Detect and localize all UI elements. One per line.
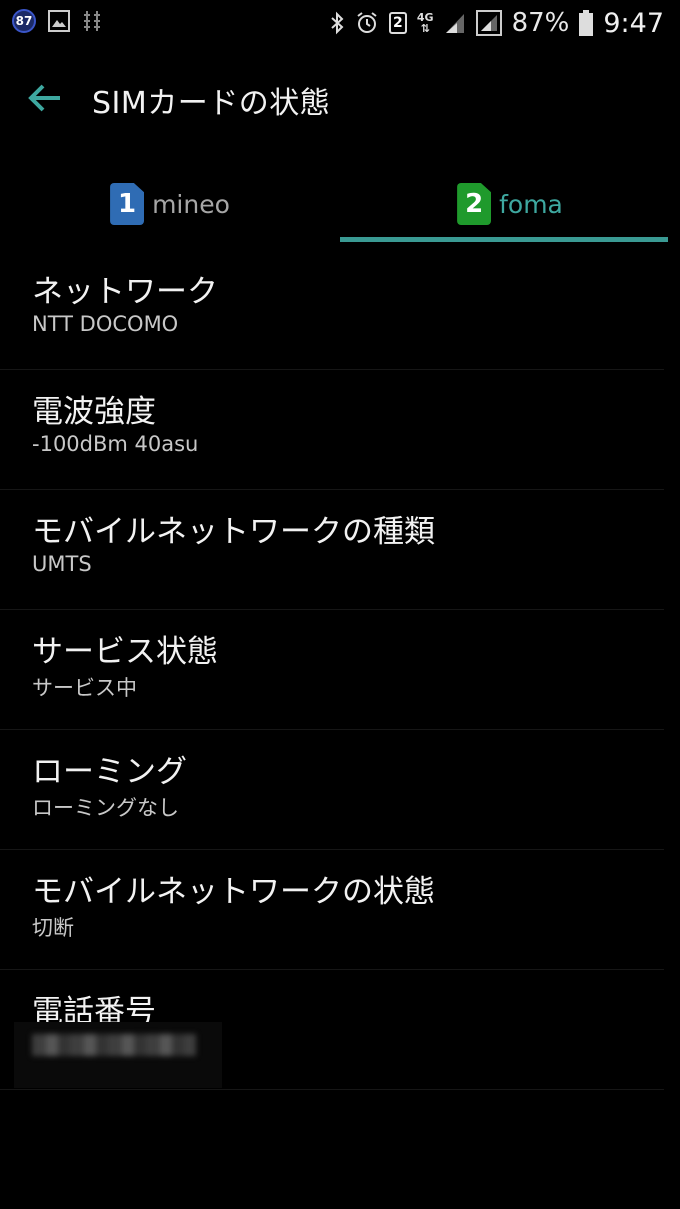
battery-percent: 87% — [511, 8, 570, 38]
sim2-icon: 2 — [388, 12, 407, 34]
list-item[interactable]: モバイルネットワークの状態 切断 — [0, 850, 664, 970]
clock: 9:47 — [603, 7, 664, 39]
signal-icon — [475, 10, 502, 36]
list-item[interactable]: ローミング ローミングなし — [0, 730, 664, 850]
roaming-title: ローミング — [32, 754, 187, 790]
bluetooth-icon — [331, 11, 344, 35]
roaming-value: ローミングなし — [32, 796, 179, 820]
signal-strength-value: -100dBm 40asu — [32, 432, 199, 456]
page-title: SIMカードの状態 — [92, 86, 331, 121]
battery-icon — [579, 10, 594, 36]
mobile-network-type-value: UMTS — [32, 552, 92, 576]
service-state-title: サービス状態 — [32, 634, 218, 670]
service-state-value: サービス中 — [32, 676, 137, 700]
sim-tabs: 1 mineo 2 foma — [0, 164, 680, 244]
list-item[interactable]: モバイルネットワークの種類 UMTS — [0, 490, 664, 610]
status-bar: 87 2 4G ⇅ 87% 9:47 — [0, 0, 680, 48]
usb-debug-icon — [84, 11, 100, 31]
network-type-indicator: 4G ⇅ — [417, 12, 434, 34]
list-item[interactable]: ネットワーク NTT DOCOMO — [0, 250, 664, 370]
tab-selected-indicator — [340, 237, 668, 242]
mobile-network-state-value: 切断 — [32, 916, 74, 940]
mobile-network-type-title: モバイルネットワークの種類 — [32, 514, 435, 550]
redaction-blur — [32, 1034, 196, 1056]
back-button[interactable] — [24, 76, 68, 120]
data-arrows-icon: ⇅ — [420, 22, 430, 35]
notification-count-badge: 87 — [12, 9, 36, 33]
network-value: NTT DOCOMO — [32, 312, 179, 336]
status-bar-right: 2 4G ⇅ 87% 9:47 — [319, 6, 664, 40]
app-bar: SIMカードの状態 — [0, 48, 680, 152]
list-item[interactable]: サービス状態 サービス中 — [0, 610, 664, 730]
tab-sim2-label: foma — [499, 189, 563, 219]
sim2-card-icon: 2 — [457, 183, 492, 225]
phone-number-redacted — [14, 1022, 222, 1088]
tab-sim2[interactable]: 2 foma — [340, 164, 680, 244]
signal-strength-title: 電波強度 — [32, 394, 156, 430]
status-bar-left: 87 — [12, 9, 102, 33]
gallery-icon — [48, 10, 70, 32]
network-title: ネットワーク — [32, 274, 218, 310]
tab-sim1[interactable]: 1 mineo — [0, 164, 340, 244]
mobile-network-state-title: モバイルネットワークの状態 — [32, 874, 435, 910]
list-item[interactable]: 電波強度 -100dBm 40asu — [0, 370, 664, 490]
sim1-icon: 1 — [110, 183, 145, 225]
alarm-icon — [357, 12, 377, 33]
arrow-left-icon — [28, 84, 60, 112]
tab-sim1-label: mineo — [152, 189, 230, 219]
signal-icon — [445, 14, 464, 33]
